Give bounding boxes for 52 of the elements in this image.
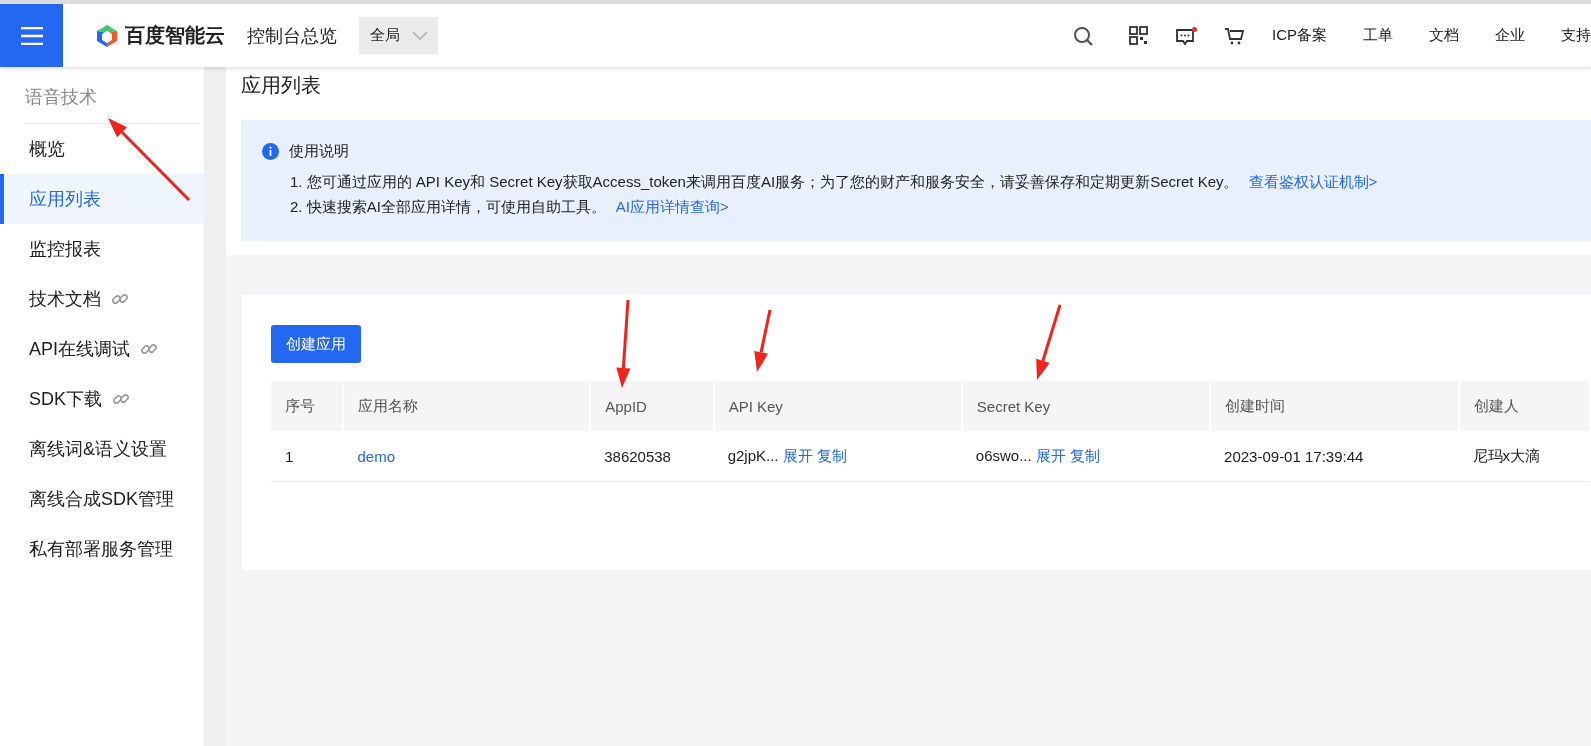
column-header: 创建人 [1458,381,1590,431]
sidebar-item[interactable]: API在线调试 [0,324,204,374]
notice-text: 2. 快速搜索AI全部应用详情，可使用自助工具。 [290,198,606,215]
scope-dropdown[interactable]: 全局 [359,17,438,54]
nav-link[interactable]: 工单 [1363,26,1393,45]
sidebar-item[interactable]: 应用列表 [0,174,204,224]
sidebar-item[interactable]: SDK下载 [0,374,204,424]
brand-name: 百度智能云 [125,23,225,48]
key-value: o6swo... [975,446,1032,466]
nav-link[interactable]: 企业 [1495,26,1525,45]
table-cell: 2023-09-01 17:39:44 [1210,431,1459,482]
menu-button[interactable] [0,4,63,67]
key-action-link[interactable]: 复制 [816,446,847,466]
sidebar-item[interactable]: 私有部署服务管理 [0,524,204,574]
key-action-link[interactable]: 展开 [1035,446,1066,466]
key-value: g2jpK... [727,446,779,466]
column-header: 创建时间 [1210,381,1459,431]
search-icon[interactable] [1073,25,1093,46]
column-header: 序号 [271,381,344,431]
column-header: 应用名称 [343,381,591,431]
column-header: AppID [590,381,714,431]
info-icon [262,143,279,160]
app-name-link[interactable]: demo [343,431,591,482]
message-icon[interactable] [1176,26,1197,45]
notice-text: 1. 您可通过应用的 API Key和 Secret Key获取Access_token来调用百度AI服务；为了您的财产和服务安全，请妥善保存和定期更新Secret Key。 [290,173,1239,190]
sidebar-item[interactable]: 技术文档 [0,274,204,324]
column-header: API Key [713,381,962,431]
table-cell: 38620538 [590,431,714,482]
grid-icon[interactable] [1129,26,1148,45]
sidebar-item[interactable]: 离线合成SDK管理 [0,474,204,524]
notice-link[interactable]: 查看鉴权认证机制> [1248,173,1378,190]
key-action-link[interactable]: 展开 [782,446,813,466]
create-app-button[interactable]: 创建应用 [271,325,361,363]
key-action-link[interactable]: 复制 [1069,446,1100,466]
sidebar-item[interactable]: 离线词&语义设置 [0,424,204,474]
annotation-arrow [754,309,772,372]
page-title: 应用列表 [241,73,322,98]
sidebar-item[interactable]: 概览 [0,124,204,174]
table-cell: 1 [271,431,344,482]
menu-icon [20,26,43,45]
notice-link[interactable]: AI应用详情查询> [615,198,729,215]
chevron-down-icon [412,30,428,41]
logo-icon [95,23,119,48]
sidebar-item[interactable]: 监控报表 [0,224,204,274]
nav-link[interactable]: ICP备案 [1272,26,1327,45]
table-cell: 尼玛x大滴 [1458,431,1590,482]
cart-icon[interactable] [1225,26,1244,45]
column-header: Secret Key [961,381,1211,431]
console-overview-link[interactable]: 控制台总览 [247,23,337,48]
nav-link[interactable]: 文档 [1429,26,1459,45]
nav-link[interactable]: 支持 [1561,26,1591,45]
notice-title: 使用说明 [289,142,349,161]
